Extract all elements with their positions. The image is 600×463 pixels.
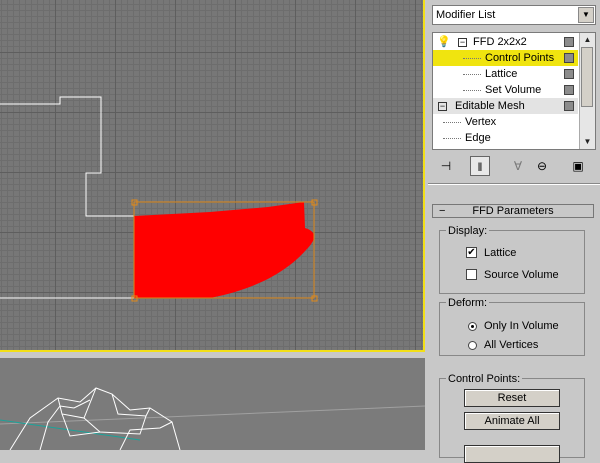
top-viewport[interactable] <box>0 0 425 352</box>
stack-item-label: Editable Mesh <box>455 100 525 112</box>
lattice-label: Lattice <box>484 247 517 259</box>
stack-scrollbar[interactable]: ▲ ▼ <box>579 33 595 149</box>
ffd-parameters-rollout-header[interactable]: − FFD Parameters <box>432 204 594 218</box>
control-points-group: Control Points: Reset Animate All <box>439 373 585 463</box>
deform-group: Deform: Only In Volume All Vertices <box>439 297 585 356</box>
scroll-down-icon[interactable]: ▼ <box>580 135 595 149</box>
display-group: Display: ✔ Lattice Source Volume <box>439 225 585 294</box>
stack-item-label: Lattice <box>485 68 518 80</box>
source-volume-checkbox[interactable] <box>466 269 477 280</box>
modifier-toggle-icon[interactable] <box>564 37 574 47</box>
stack-item-ffd[interactable]: 💡 − FFD 2x2x2 <box>433 34 578 50</box>
reset-button[interactable]: Reset <box>464 389 560 407</box>
lattice-checkbox[interactable]: ✔ <box>466 247 477 258</box>
source-volume-label: Source Volume <box>484 269 559 281</box>
stack-item-edge[interactable]: Edge <box>433 130 578 146</box>
stack-item-control-points[interactable]: Control Points <box>433 50 578 66</box>
make-unique-icon[interactable]: ∀ <box>508 156 528 176</box>
tree-line <box>463 58 481 59</box>
wireframe-outline <box>0 96 134 217</box>
modifier-list-dropdown[interactable]: Modifier List ▼ <box>432 5 596 25</box>
stack-item-editable-mesh[interactable]: − Editable Mesh <box>433 98 578 114</box>
group-title: Display: <box>446 225 490 237</box>
modify-panel: Modifier List ▼ 💡 − FFD 2x2x2 Control Po… <box>428 0 600 463</box>
all-vertices-radio[interactable] <box>468 341 477 350</box>
wireframe-object <box>9 387 181 450</box>
all-vertices-label: All Vertices <box>484 339 539 351</box>
only-in-volume-label: Only In Volume <box>484 320 559 332</box>
conform-button[interactable] <box>464 445 560 463</box>
modifier-toggle-icon[interactable] <box>564 101 574 111</box>
stack-item-vertex[interactable]: Vertex <box>433 114 578 130</box>
axis-line <box>0 419 141 441</box>
viewport-scene <box>0 96 318 302</box>
tree-line <box>463 74 481 75</box>
collapse-icon[interactable]: − <box>438 102 447 111</box>
stack-item-lattice[interactable]: Lattice <box>433 66 578 82</box>
scroll-up-icon[interactable]: ▲ <box>580 33 595 47</box>
configure-modifier-sets-icon[interactable]: ▣ <box>568 156 588 176</box>
ground-grid-line <box>0 405 425 425</box>
tree-line <box>443 138 461 139</box>
tree-line <box>443 122 461 123</box>
tree-line <box>463 90 481 91</box>
lightbulb-icon[interactable]: 💡 <box>437 34 451 50</box>
rollout-title: FFD Parameters <box>472 205 554 217</box>
remove-modifier-icon[interactable]: ⊖ <box>532 156 552 176</box>
subobject-toggle-icon[interactable] <box>564 69 574 79</box>
stack-item-label: FFD 2x2x2 <box>473 36 527 48</box>
subobject-toggle-icon[interactable] <box>564 85 574 95</box>
panel-separator <box>428 183 600 185</box>
subobject-toggle-icon[interactable] <box>564 53 574 63</box>
perspective-viewport[interactable] <box>0 358 425 450</box>
stack-item-label: Control Points <box>485 52 555 64</box>
chevron-down-icon[interactable]: ▼ <box>578 7 594 23</box>
scroll-thumb[interactable] <box>581 47 593 107</box>
perspective-scene <box>0 387 425 450</box>
animate-all-button[interactable]: Animate All <box>464 412 560 430</box>
rollout-collapse-icon[interactable]: − <box>439 205 445 217</box>
group-title: Control Points: <box>446 373 523 385</box>
show-end-result-icon[interactable]: ‖ <box>470 156 490 176</box>
stack-item-label: Vertex <box>465 116 497 128</box>
modifier-stack: 💡 − FFD 2x2x2 Control Points Lattice Set… <box>432 32 596 150</box>
pin-stack-icon[interactable]: ⊣ <box>436 156 456 176</box>
stack-item-set-volume[interactable]: Set Volume <box>433 82 578 98</box>
group-title: Deform: <box>446 297 490 309</box>
stack-toolbar: ⊣ ‖ ∀ ⊖ ▣ <box>432 156 596 178</box>
stack-item-label: Set Volume <box>485 84 542 96</box>
stack-item-label: Edge <box>465 132 491 144</box>
red-mesh-object <box>134 202 315 298</box>
collapse-icon[interactable]: − <box>458 38 467 47</box>
modifier-list-label: Modifier List <box>436 9 496 21</box>
only-in-volume-radio[interactable] <box>468 322 477 331</box>
